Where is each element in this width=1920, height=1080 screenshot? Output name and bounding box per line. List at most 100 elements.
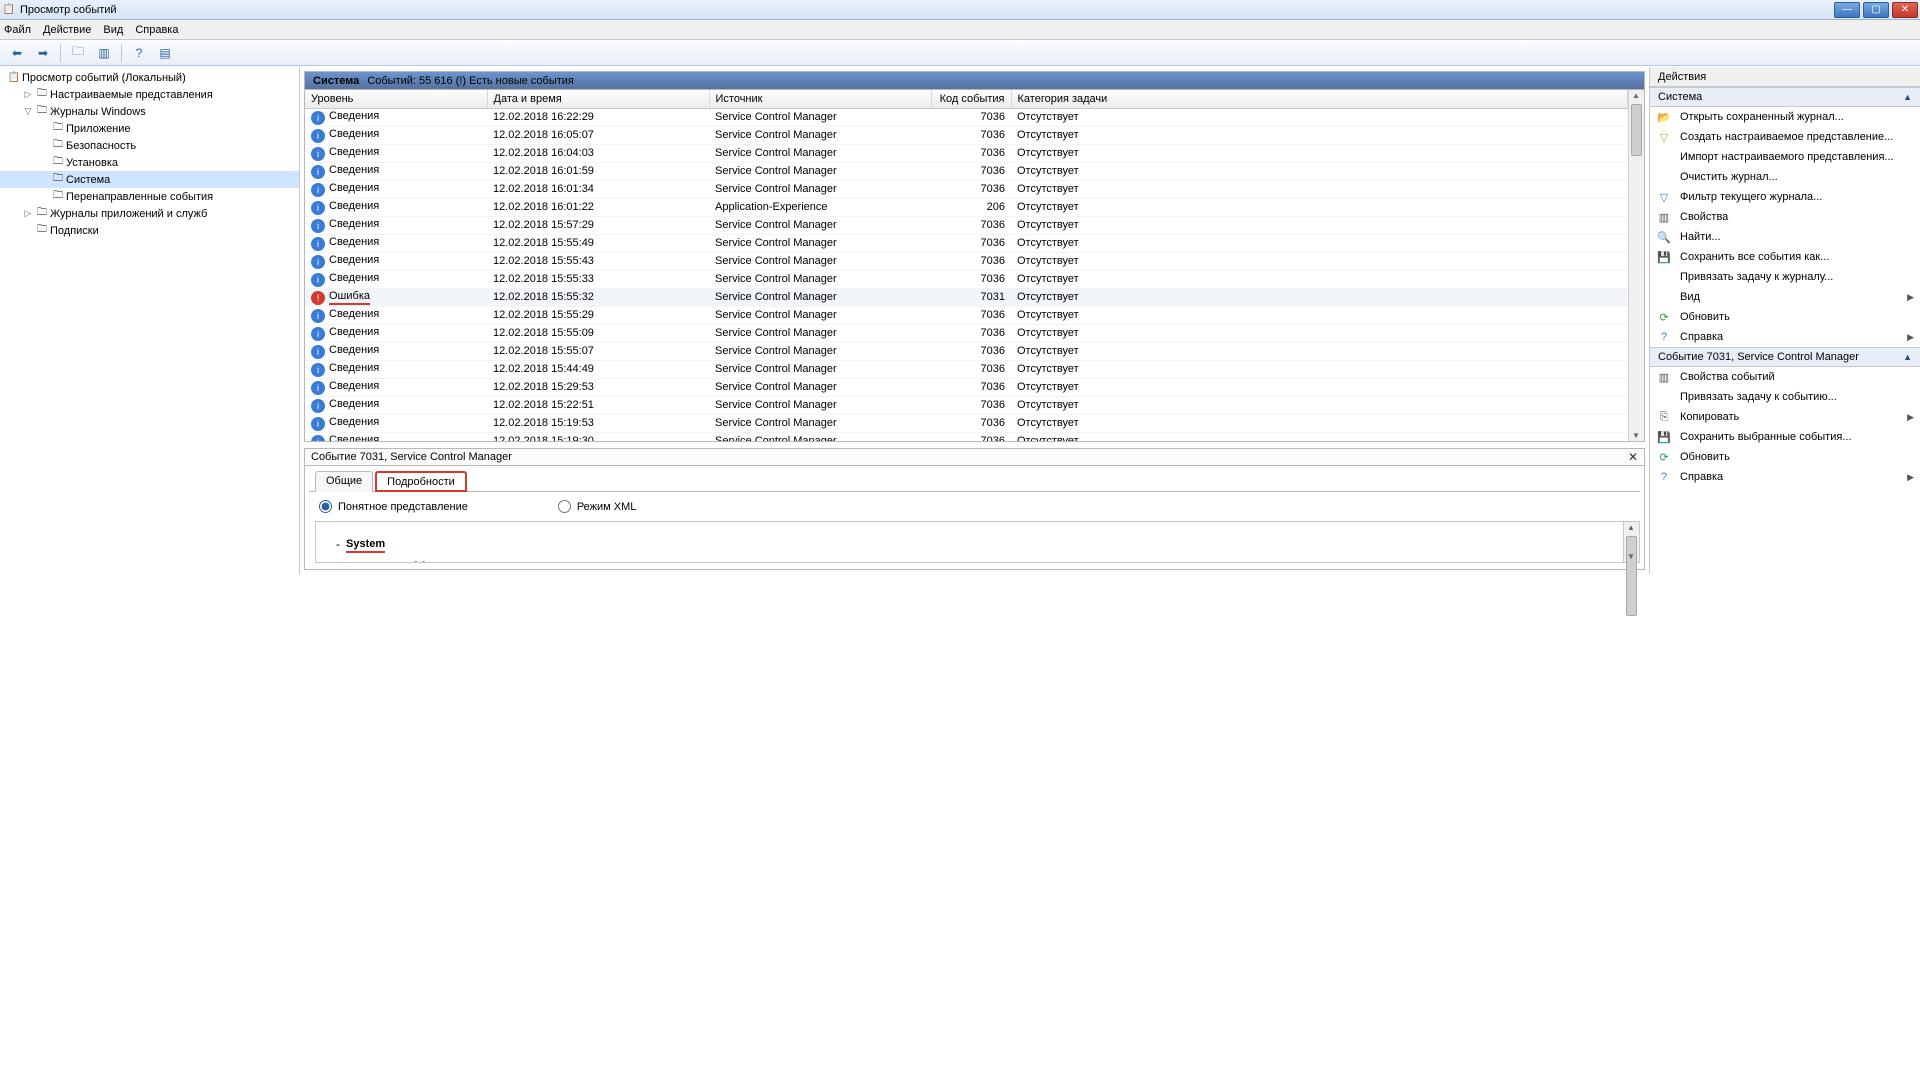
action-icon: ?	[1656, 331, 1672, 343]
tree-item[interactable]: 🗀Приложение	[0, 120, 299, 137]
folder-icon: 🗀	[34, 207, 50, 221]
action-item[interactable]: Вид▶	[1650, 287, 1920, 307]
info-icon: i	[311, 237, 325, 251]
radio-friendly[interactable]: Понятное представление	[319, 500, 468, 513]
action-item[interactable]: ⟳Обновить	[1650, 447, 1920, 467]
action-item[interactable]: Очистить журнал...	[1650, 167, 1920, 187]
action-item[interactable]: Импорт настраиваемого представления...	[1650, 147, 1920, 167]
action-item[interactable]: ▥Свойства	[1650, 207, 1920, 227]
action-icon: ?	[1656, 471, 1672, 483]
grid-status: Событий: 55 616 (!) Есть новые события	[367, 75, 574, 87]
folder-icon: 🗀	[50, 173, 66, 187]
col-source[interactable]: Источник	[709, 90, 931, 108]
table-row[interactable]: iСведения12.02.2018 15:55:49Service Cont…	[305, 234, 1628, 252]
toolbar-btn-3[interactable]: ▤	[154, 43, 176, 63]
menu-action[interactable]: Действие	[43, 24, 91, 36]
tree-root[interactable]: 📋 Просмотр событий (Локальный)	[0, 69, 299, 86]
col-category[interactable]: Категория задачи	[1011, 90, 1628, 108]
actions-header-system[interactable]: Система▲	[1650, 87, 1920, 107]
nav-back-button[interactable]: ⬅	[6, 43, 28, 63]
table-row[interactable]: iСведения12.02.2018 16:01:34Service Cont…	[305, 180, 1628, 198]
tree-item[interactable]: 🗀Подписки	[0, 222, 299, 239]
tree-item[interactable]: ▷🗀Настраиваемые представления	[0, 86, 299, 103]
action-item[interactable]: ▽Фильтр текущего журнала...	[1650, 187, 1920, 207]
info-icon: i	[311, 363, 325, 377]
table-row[interactable]: iСведения12.02.2018 15:55:07Service Cont…	[305, 342, 1628, 360]
info-icon: i	[311, 255, 325, 269]
details-scrollbar[interactable]	[1624, 521, 1640, 563]
actions-header-event[interactable]: Событие 7031, Service Control Manager▲	[1650, 347, 1920, 367]
info-icon: i	[311, 417, 325, 431]
tree-item[interactable]: 🗀Безопасность	[0, 137, 299, 154]
table-row[interactable]: iСведения12.02.2018 16:05:07Service Cont…	[305, 126, 1628, 144]
action-item[interactable]: 📂Открыть сохраненный журнал...	[1650, 107, 1920, 127]
toolbar-btn-2[interactable]: ▥	[93, 43, 115, 63]
action-item[interactable]: Привязать задачу к событию...	[1650, 387, 1920, 407]
action-icon: 💾	[1656, 431, 1672, 444]
actions-title: Действия	[1650, 67, 1920, 87]
table-row[interactable]: iСведения12.02.2018 15:44:49Service Cont…	[305, 360, 1628, 378]
folder-icon: 🗀	[50, 190, 66, 204]
details-close-button[interactable]: ✕	[1628, 451, 1638, 463]
table-row[interactable]: iСведения12.02.2018 16:01:22Application-…	[305, 198, 1628, 216]
tab-details[interactable]: Подробности	[375, 471, 467, 492]
table-row[interactable]: iСведения12.02.2018 16:01:59Service Cont…	[305, 162, 1628, 180]
info-icon: i	[311, 435, 325, 442]
table-row[interactable]: iСведения12.02.2018 15:19:30Service Cont…	[305, 432, 1628, 441]
table-row[interactable]: iСведения12.02.2018 16:04:03Service Cont…	[305, 144, 1628, 162]
table-row[interactable]: iСведения12.02.2018 15:57:29Service Cont…	[305, 216, 1628, 234]
action-item[interactable]: ▥Свойства событий	[1650, 367, 1920, 387]
col-code[interactable]: Код события	[931, 90, 1011, 108]
table-row[interactable]: iСведения12.02.2018 15:55:43Service Cont…	[305, 252, 1628, 270]
menu-file[interactable]: Файл	[4, 24, 31, 36]
action-item[interactable]: 💾Сохранить выбранные события...	[1650, 427, 1920, 447]
nav-forward-button[interactable]: ➡	[32, 43, 54, 63]
details-tabs: Общие Подробности	[309, 470, 1640, 492]
tree-panel[interactable]: 📋 Просмотр событий (Локальный) ▷🗀Настраи…	[0, 67, 300, 574]
grid-title: Система	[313, 75, 359, 87]
grid-header: Система Событий: 55 616 (!) Есть новые с…	[304, 71, 1645, 90]
tree-item[interactable]: 🗀Система	[0, 171, 299, 188]
table-row[interactable]: iСведения12.02.2018 15:29:53Service Cont…	[305, 378, 1628, 396]
action-icon: ⟳	[1656, 451, 1672, 464]
col-level[interactable]: Уровень	[305, 90, 487, 108]
table-row[interactable]: iСведения12.02.2018 15:55:09Service Cont…	[305, 324, 1628, 342]
event-grid[interactable]: Уровень Дата и время Источник Код событи…	[305, 90, 1628, 441]
action-item[interactable]: 💾Сохранить все события как...	[1650, 247, 1920, 267]
radio-xml[interactable]: Режим XML	[558, 500, 637, 513]
action-item[interactable]: 🔍Найти...	[1650, 227, 1920, 247]
action-item[interactable]: ▽Создать настраиваемое представление...	[1650, 127, 1920, 147]
menu-view[interactable]: Вид	[103, 24, 123, 36]
table-row[interactable]: iСведения12.02.2018 15:55:33Service Cont…	[305, 270, 1628, 288]
titlebar: 📋 Просмотр событий — ▢ ✕	[0, 0, 1920, 20]
toolbar: ⬅ ➡ 🗀 ▥ ? ▤	[0, 40, 1920, 66]
details-view[interactable]: -System +Provider +EventID7031 Version0 …	[315, 521, 1624, 563]
toolbar-btn-1[interactable]: 🗀	[67, 43, 89, 63]
tree-item[interactable]: ▷🗀Журналы приложений и служб	[0, 205, 299, 222]
menubar: Файл Действие Вид Справка	[0, 20, 1920, 40]
window-title: Просмотр событий	[20, 4, 117, 16]
table-row[interactable]: iСведения12.02.2018 16:22:29Service Cont…	[305, 108, 1628, 126]
maximize-button[interactable]: ▢	[1863, 2, 1889, 18]
action-item[interactable]: Привязать задачу к журналу...	[1650, 267, 1920, 287]
toolbar-help-icon[interactable]: ?	[128, 43, 150, 63]
action-item[interactable]: ⎘Копировать▶	[1650, 407, 1920, 427]
grid-scrollbar[interactable]	[1628, 90, 1644, 441]
action-icon: ⎘	[1656, 411, 1672, 424]
action-item[interactable]: ?Справка▶	[1650, 327, 1920, 347]
table-row[interactable]: iСведения12.02.2018 15:22:51Service Cont…	[305, 396, 1628, 414]
col-datetime[interactable]: Дата и время	[487, 90, 709, 108]
tree-item[interactable]: 🗀Установка	[0, 154, 299, 171]
action-icon: ▽	[1656, 131, 1672, 144]
table-row[interactable]: iСведения12.02.2018 15:19:53Service Cont…	[305, 414, 1628, 432]
close-button[interactable]: ✕	[1892, 2, 1918, 18]
tree-item[interactable]: ▽🗀Журналы Windows	[0, 103, 299, 120]
tree-item[interactable]: 🗀Перенаправленные события	[0, 188, 299, 205]
table-row[interactable]: iСведения12.02.2018 15:55:29Service Cont…	[305, 306, 1628, 324]
tab-general[interactable]: Общие	[315, 471, 373, 492]
action-item[interactable]: ?Справка▶	[1650, 467, 1920, 487]
action-item[interactable]: ⟳Обновить	[1650, 307, 1920, 327]
menu-help[interactable]: Справка	[135, 24, 178, 36]
table-row[interactable]: !Ошибка12.02.2018 15:55:32Service Contro…	[305, 288, 1628, 306]
minimize-button[interactable]: —	[1834, 2, 1860, 18]
